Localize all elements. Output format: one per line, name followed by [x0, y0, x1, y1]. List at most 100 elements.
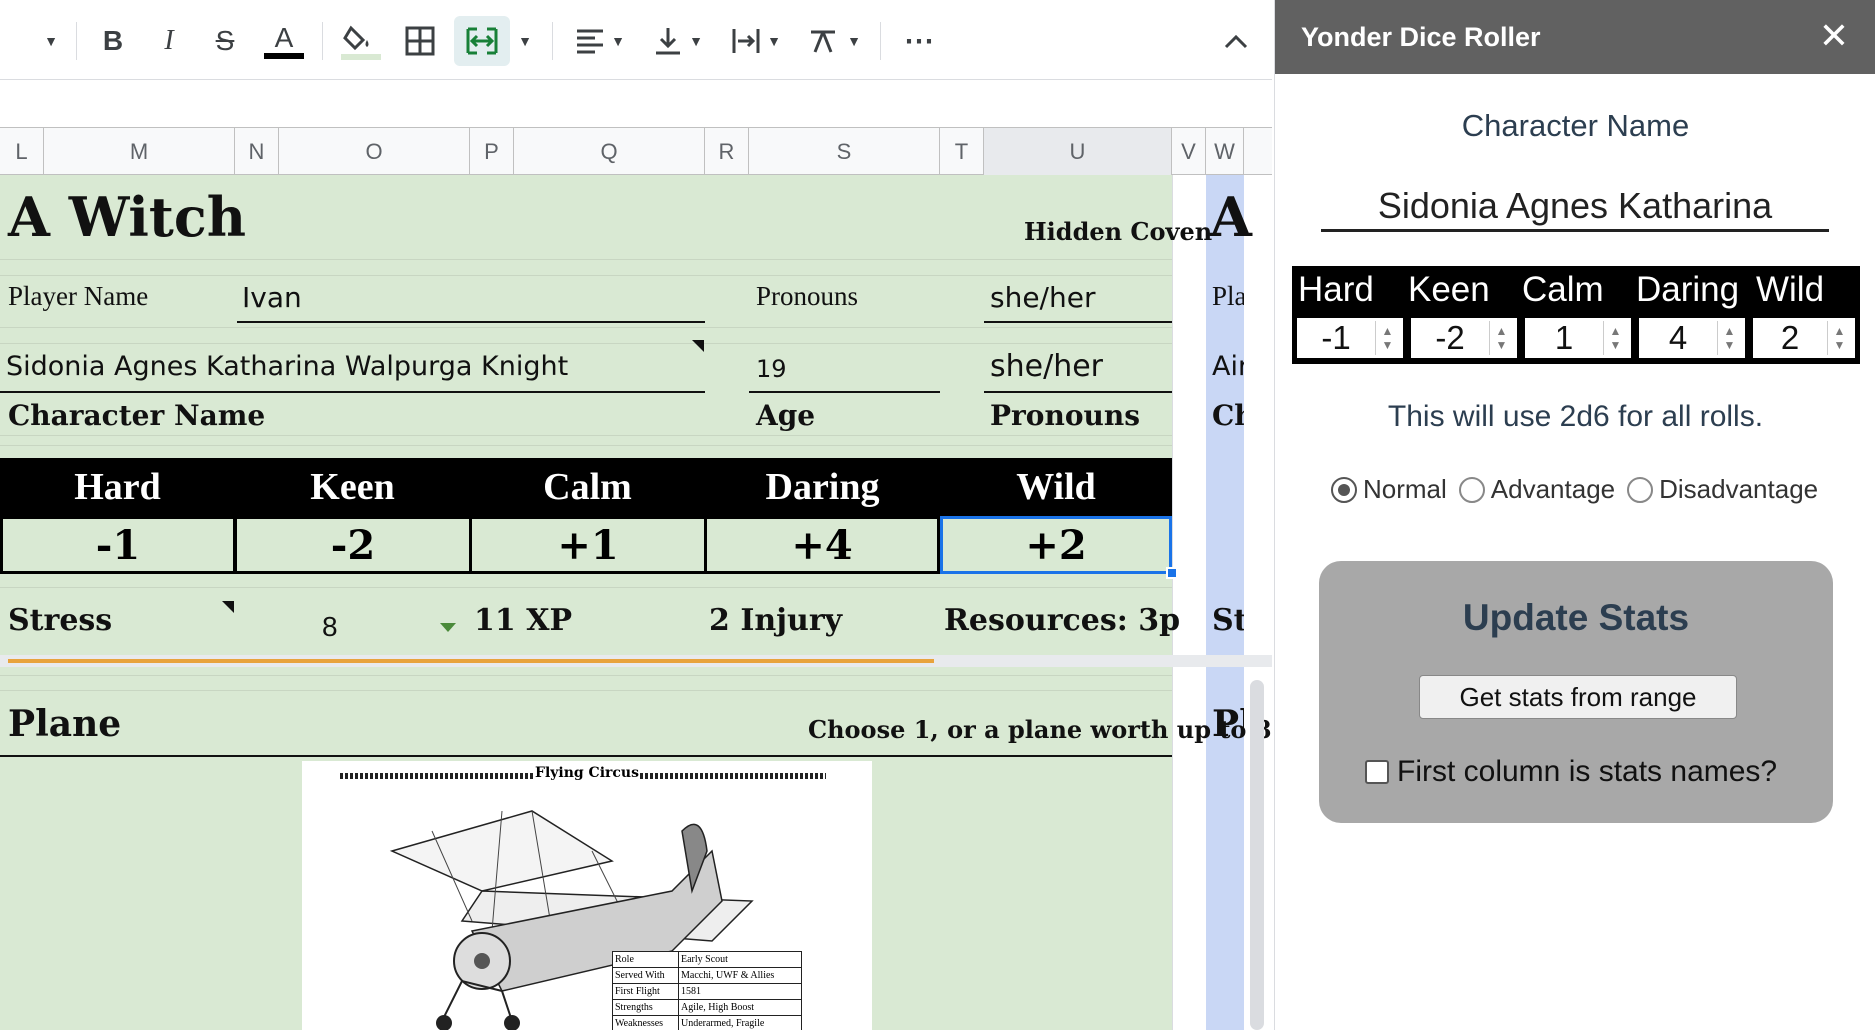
chevron-up-icon: [1224, 34, 1248, 49]
font-size-dropdown[interactable]: ▼: [36, 16, 66, 66]
stat-value-hard[interactable]: -1: [0, 516, 236, 574]
selection-handle[interactable]: [1166, 567, 1178, 579]
stat-label-hard: Hard: [1298, 270, 1374, 309]
text-color-button[interactable]: A: [262, 16, 306, 66]
vertical-scrollbar[interactable]: [1250, 680, 1264, 1030]
stat-inputs: Hard Keen Calm Daring Wild -1 ▲ ▼ -2 ▲ ▼ 1 ▲ ▼…: [1292, 266, 1860, 364]
next-sheet-player: Pla: [1212, 281, 1244, 311]
age-value[interactable]: 19: [756, 355, 787, 383]
stress-track-line: [8, 659, 934, 663]
stat-label-daring: Daring: [1636, 270, 1740, 309]
next-sheet-charname: Ch: [1212, 399, 1244, 432]
more-options-button[interactable]: ⋯: [896, 16, 942, 66]
plane-row-key: Strengths: [613, 1000, 679, 1015]
column-header-t[interactable]: T: [940, 128, 984, 175]
vertical-align-button[interactable]: ▼: [646, 16, 710, 66]
stat-header-calm: Calm: [543, 466, 632, 508]
text-rotation-button[interactable]: ▼: [804, 16, 864, 66]
radio-normal[interactable]: [1331, 476, 1357, 503]
stress-label: Stress: [8, 603, 113, 638]
bold-button[interactable]: B: [92, 16, 134, 66]
strikethrough-button[interactable]: S: [204, 16, 246, 66]
stat-value-daring[interactable]: +4: [704, 516, 940, 574]
stat-input-daring[interactable]: 4 ▲ ▼: [1639, 318, 1745, 358]
sidebar-body: Character Name Hard Keen Calm Daring Wil…: [1275, 74, 1875, 1030]
stat-input-value: 2: [1780, 319, 1800, 356]
align-bottom-icon: [656, 28, 681, 55]
age-label: Age: [756, 399, 816, 432]
collapse-toolbar-button[interactable]: [1216, 16, 1256, 66]
pronouns-label-bottom: Pronouns: [990, 399, 1140, 432]
column-header-row: L M N O P Q R S T U V W: [0, 127, 1272, 175]
column-header-n[interactable]: N: [235, 128, 279, 175]
merge-cells-button[interactable]: [454, 16, 510, 66]
borders-button[interactable]: [398, 16, 442, 66]
stress-value[interactable]: 8: [322, 611, 338, 643]
first-column-option[interactable]: First column is stats names?: [1365, 755, 1777, 789]
character-pronouns-value[interactable]: she/her: [990, 349, 1103, 384]
character-name-input[interactable]: [1321, 182, 1829, 232]
player-name-value[interactable]: Ivan: [242, 281, 302, 314]
stat-input-hard[interactable]: -1 ▲ ▼: [1297, 318, 1403, 358]
stress-dropdown-icon[interactable]: [440, 623, 456, 632]
player-name-label: Player Name: [8, 281, 149, 311]
resources-value[interactable]: Resources: 3p: [944, 603, 1180, 638]
italic-button[interactable]: I: [148, 16, 190, 66]
stat-header-wild: Wild: [1016, 466, 1096, 508]
radio-disadvantage-label: Disadvantage: [1659, 474, 1819, 504]
merge-options-dropdown[interactable]: ▼: [514, 16, 536, 66]
radio-advantage[interactable]: [1458, 476, 1485, 503]
radio-normal-label: Normal: [1363, 474, 1447, 504]
horizontal-align-button[interactable]: ▼: [568, 16, 632, 66]
sheet-grid[interactable]: A Witch Hidden Coven Player Name Ivan Pr…: [0, 175, 1272, 1030]
plane-note: Choose 1, or a plane worth up to 8p: [808, 715, 1272, 744]
stat-input-value: -2: [1435, 319, 1465, 356]
stat-label-wild: Wild: [1756, 270, 1825, 309]
stat-value-calm[interactable]: +1: [469, 516, 707, 574]
spinner-icon[interactable]: ▲ ▼: [1375, 321, 1399, 355]
spinner-icon[interactable]: ▲ ▼: [1489, 321, 1513, 355]
column-header-o[interactable]: O: [279, 128, 470, 175]
column-header-u[interactable]: U: [984, 128, 1172, 175]
injury-value[interactable]: 2 Injury: [709, 603, 842, 638]
next-sheet-stress: Str: [1212, 603, 1244, 638]
text-wrap-icon: [732, 29, 760, 53]
text-wrap-button[interactable]: ▼: [724, 16, 788, 66]
column-header-r[interactable]: R: [705, 128, 749, 175]
fill-color-button[interactable]: [338, 16, 384, 66]
stat-label-keen: Keen: [1408, 270, 1490, 309]
column-header-s[interactable]: S: [749, 128, 940, 175]
column-header-q[interactable]: Q: [514, 128, 705, 175]
text-rotation-icon: [811, 30, 836, 53]
column-header-p[interactable]: P: [470, 128, 514, 175]
column-header-w[interactable]: W: [1206, 128, 1244, 175]
sidebar-title: Yonder Dice Roller: [1275, 0, 1875, 74]
close-icon[interactable]: ✕: [1815, 18, 1853, 56]
first-column-checkbox[interactable]: [1365, 760, 1389, 784]
get-stats-button[interactable]: Get stats from range: [1419, 675, 1737, 719]
player-pronouns-value[interactable]: she/her: [990, 281, 1095, 314]
text-color-icon: A: [274, 22, 294, 53]
radio-disadvantage[interactable]: [1627, 476, 1654, 503]
column-header-l[interactable]: L: [0, 128, 44, 175]
spinner-icon[interactable]: ▲ ▼: [1827, 321, 1851, 355]
stat-input-keen[interactable]: -2 ▲ ▼: [1411, 318, 1517, 358]
plane-card-title: Flying Circus: [535, 765, 639, 781]
stat-value-keen[interactable]: -2: [234, 516, 472, 574]
merge-cells-icon: [466, 27, 498, 55]
stat-value-wild[interactable]: +2: [940, 516, 1172, 574]
stat-input-wild[interactable]: 2 ▲ ▼: [1753, 318, 1855, 358]
plane-row-value: Macchi, UWF & Allies: [681, 970, 775, 981]
radio-advantage-label: Advantage: [1490, 474, 1616, 504]
plane-row-key: First Flight: [613, 984, 679, 999]
spinner-icon[interactable]: ▲ ▼: [1603, 321, 1627, 355]
plane-row-value: Underarmed, Fragile: [681, 1018, 765, 1029]
pronouns-label: Pronouns: [756, 281, 859, 311]
column-header-v[interactable]: V: [1172, 128, 1206, 175]
spinner-icon[interactable]: ▲ ▼: [1717, 321, 1741, 355]
column-header-m[interactable]: M: [44, 128, 235, 175]
stat-input-calm[interactable]: 1 ▲ ▼: [1525, 318, 1631, 358]
xp-value[interactable]: 11 XP: [474, 603, 572, 638]
character-name-value[interactable]: Sidonia Agnes Katharina Walpurga Knight: [6, 351, 568, 382]
plane-row-key: Role: [613, 952, 679, 967]
